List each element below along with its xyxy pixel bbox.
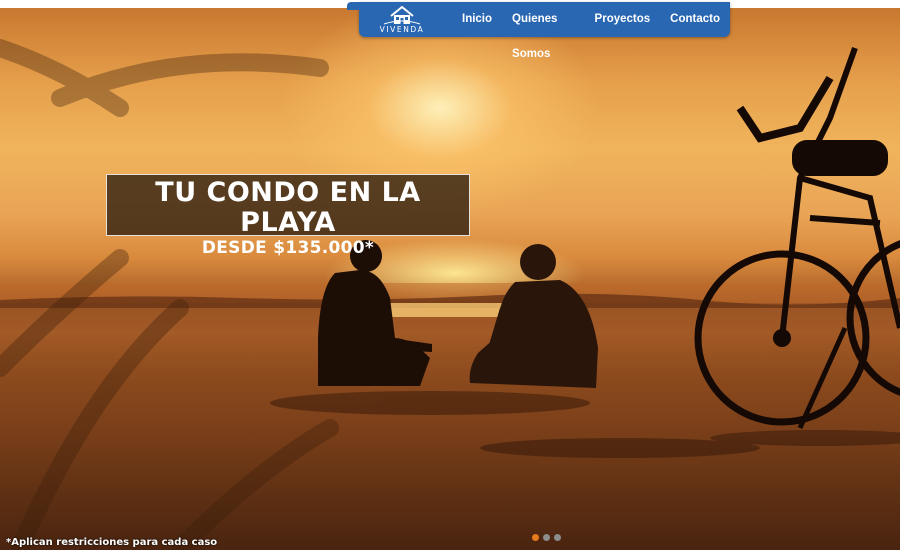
grass-stalk bbox=[0, 249, 129, 377]
nav-inicio[interactable]: Inicio bbox=[452, 2, 502, 37]
hero-caption-box: TU CONDO EN LA PLAYA DESDE $135.000* bbox=[106, 174, 470, 258]
sand-shadows bbox=[270, 391, 900, 458]
head bbox=[520, 244, 556, 280]
hero-slide bbox=[0, 8, 900, 550]
grass-stalk bbox=[11, 299, 189, 550]
grass-stalk bbox=[171, 419, 339, 550]
vivenda-logo[interactable]: VIVENDA bbox=[379, 5, 425, 35]
handlebar bbox=[736, 75, 834, 143]
shadow bbox=[270, 391, 590, 415]
logo-text: VIVENDA bbox=[379, 25, 425, 34]
hero-subheadline: DESDE $135.000* bbox=[201, 238, 375, 258]
house-icon bbox=[383, 5, 421, 25]
saddle bbox=[792, 140, 888, 176]
slider-pagination bbox=[532, 534, 561, 541]
bicycle-silhouette bbox=[694, 46, 900, 430]
main-menu: Inicio Quienes Somos Proyectos Contacto bbox=[452, 2, 730, 60]
beach-scene-illustration bbox=[0, 39, 900, 550]
hero-headline: TU CONDO EN LA PLAYA bbox=[155, 177, 421, 238]
nav-tab-corner bbox=[347, 2, 359, 10]
nav-quienes-somos[interactable]: Quienes Somos bbox=[502, 2, 585, 60]
sun-reflection bbox=[390, 303, 510, 317]
disclaimer-text: *Aplican restricciones para cada caso bbox=[6, 537, 218, 548]
slider-dot[interactable] bbox=[543, 534, 550, 541]
top-navigation-bar: VIVENDA Inicio Quienes Somos Proyectos C… bbox=[347, 2, 730, 60]
arm bbox=[390, 338, 432, 352]
slider-dot[interactable] bbox=[532, 534, 539, 541]
nav-proyectos[interactable]: Proyectos bbox=[585, 2, 661, 37]
nav-contacto[interactable]: Contacto bbox=[660, 2, 730, 37]
frame-bar bbox=[809, 215, 881, 226]
shadow bbox=[480, 438, 760, 458]
slider-dot[interactable] bbox=[554, 534, 561, 541]
